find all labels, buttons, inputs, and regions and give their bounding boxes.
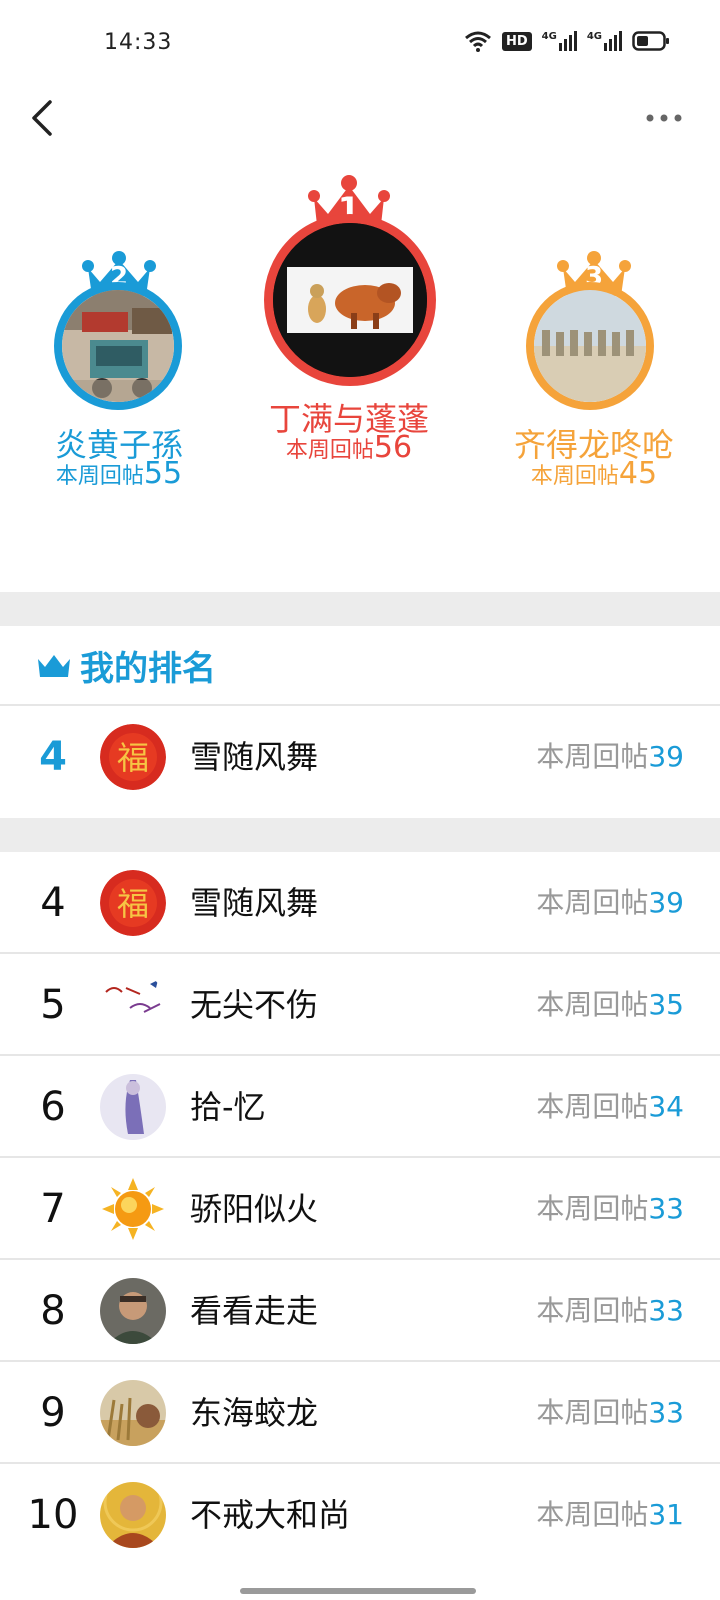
user-name: 拾-忆 [190, 1088, 266, 1126]
user-name: 不戒大和尚 [190, 1496, 351, 1534]
post-stat: 本周回帖33 [536, 1260, 684, 1362]
signal-icon-1: 4G [542, 31, 577, 51]
avatar[interactable]: 福 [100, 870, 166, 936]
list-item[interactable]: 9 东海蛟龙 本周回帖33 [0, 1362, 720, 1464]
more-button[interactable] [642, 104, 686, 132]
section-divider [0, 592, 720, 626]
user-name: 无尖不伤 [190, 986, 319, 1024]
avatar[interactable] [100, 1482, 166, 1548]
list-item[interactable]: 5 无尖不伤 本周回帖35 [0, 954, 720, 1056]
user-name: 骄阳似火 [190, 1190, 319, 1228]
avatar[interactable] [264, 214, 436, 386]
rank-number: 6 [40, 1084, 66, 1130]
rank-number: 5 [40, 982, 66, 1028]
crown-icon [38, 655, 70, 677]
avatar[interactable] [526, 282, 654, 410]
avatar[interactable] [100, 1380, 166, 1446]
back-button[interactable] [22, 96, 66, 140]
avatar[interactable] [100, 1074, 166, 1140]
user-name: 东海蛟龙 [190, 1394, 319, 1432]
post-stat: 本周回帖31 [536, 1464, 684, 1566]
post-stat: 本周回帖39 [536, 706, 684, 808]
avatar[interactable] [100, 1278, 166, 1344]
status-icons: HD 4G 4G [464, 30, 670, 52]
stat-label: 本周回帖 [55, 464, 144, 489]
stat-label: 本周回帖 [536, 988, 649, 1021]
stat-label: 本周回帖 [530, 464, 619, 489]
svg-text:福: 福 [117, 739, 149, 777]
stat-count: 33 [648, 1294, 684, 1327]
rank-number: 7 [40, 1186, 66, 1232]
battery-icon [632, 31, 669, 51]
podium-stat: 本周回帖56 [254, 430, 444, 465]
podium-first-place[interactable]: 1 丁满与蓬蓬 本周回帖56 [254, 174, 444, 474]
post-stat: 本周回帖39 [536, 852, 684, 954]
avatar[interactable]: 福 [100, 724, 166, 790]
stat-label: 本周回帖 [536, 1090, 649, 1123]
list-item[interactable]: 6 拾-忆 本周回帖34 [0, 1056, 720, 1158]
user-name: 雪随风舞 [190, 884, 319, 922]
stat-label: 本周回帖 [285, 438, 374, 463]
stat-label: 本周回帖 [536, 1498, 649, 1531]
podium-stat: 本周回帖55 [24, 456, 214, 491]
chevron-left-icon [32, 100, 52, 136]
stat-label: 本周回帖 [536, 886, 649, 919]
rank-number: 10 [27, 1492, 79, 1538]
stat-count: 33 [648, 1396, 684, 1429]
my-rank-title: 我的排名 [80, 648, 216, 689]
rank-number: 4 [40, 880, 66, 926]
my-rank-row[interactable]: 4 福 雪随风舞 本周回帖39 [0, 706, 720, 808]
wifi-icon [465, 31, 491, 52]
stat-count: 31 [648, 1498, 684, 1531]
stat-label: 本周回帖 [536, 740, 649, 773]
stat-count: 45 [618, 456, 658, 491]
status-time: 14:33 [104, 30, 173, 55]
post-stat: 本周回帖34 [536, 1056, 684, 1158]
home-indicator[interactable] [240, 1588, 476, 1594]
stat-count: 39 [648, 740, 684, 773]
stat-label: 本周回帖 [536, 1396, 649, 1429]
rank-number: 9 [40, 1390, 66, 1436]
status-bar: 14:33 HD 4G 4G [0, 0, 720, 80]
post-stat: 本周回帖33 [536, 1362, 684, 1464]
list-item[interactable]: 4 福 雪随风舞 本周回帖39 [0, 852, 720, 954]
stat-count: 34 [648, 1090, 684, 1123]
leaderboard-podium: 2 炎黄子孫 本周回帖55 1 丁满与蓬蓬 本周回帖56 3 齐得龙咚呛 本周回… [0, 170, 720, 590]
stat-count: 39 [648, 886, 684, 919]
stat-label: 本周回帖 [536, 1192, 649, 1225]
post-stat: 本周回帖35 [536, 954, 684, 1056]
signal-icon-2: 4G [587, 31, 622, 51]
stat-count: 35 [648, 988, 684, 1021]
user-name: 雪随风舞 [190, 738, 319, 776]
podium-stat: 本周回帖45 [494, 456, 694, 491]
avatar[interactable] [54, 282, 182, 410]
rank-number: 8 [40, 1288, 66, 1334]
user-name: 看看走走 [190, 1292, 319, 1330]
more-horizontal-icon [646, 114, 682, 122]
post-stat: 本周回帖33 [536, 1158, 684, 1260]
section-divider [0, 818, 720, 852]
stat-count: 56 [373, 430, 413, 465]
podium-third-place[interactable]: 3 齐得龙咚呛 本周回帖45 [494, 250, 694, 510]
avatar[interactable] [100, 1176, 166, 1242]
stat-count: 33 [648, 1192, 684, 1225]
podium-second-place[interactable]: 2 炎黄子孫 本周回帖55 [24, 250, 214, 510]
list-item[interactable]: 10 不戒大和尚 本周回帖31 [0, 1464, 720, 1566]
avatar[interactable] [100, 972, 166, 1038]
list-item[interactable]: 8 看看走走 本周回帖33 [0, 1260, 720, 1362]
stat-label: 本周回帖 [536, 1294, 649, 1327]
my-rank-header: 我的排名 [36, 640, 216, 690]
list-item[interactable]: 7 骄阳似火 本周回帖33 [0, 1158, 720, 1260]
rank-number: 4 [39, 734, 67, 780]
svg-text:福: 福 [117, 885, 149, 923]
hd-icon: HD [501, 31, 532, 51]
stat-count: 55 [143, 456, 183, 491]
